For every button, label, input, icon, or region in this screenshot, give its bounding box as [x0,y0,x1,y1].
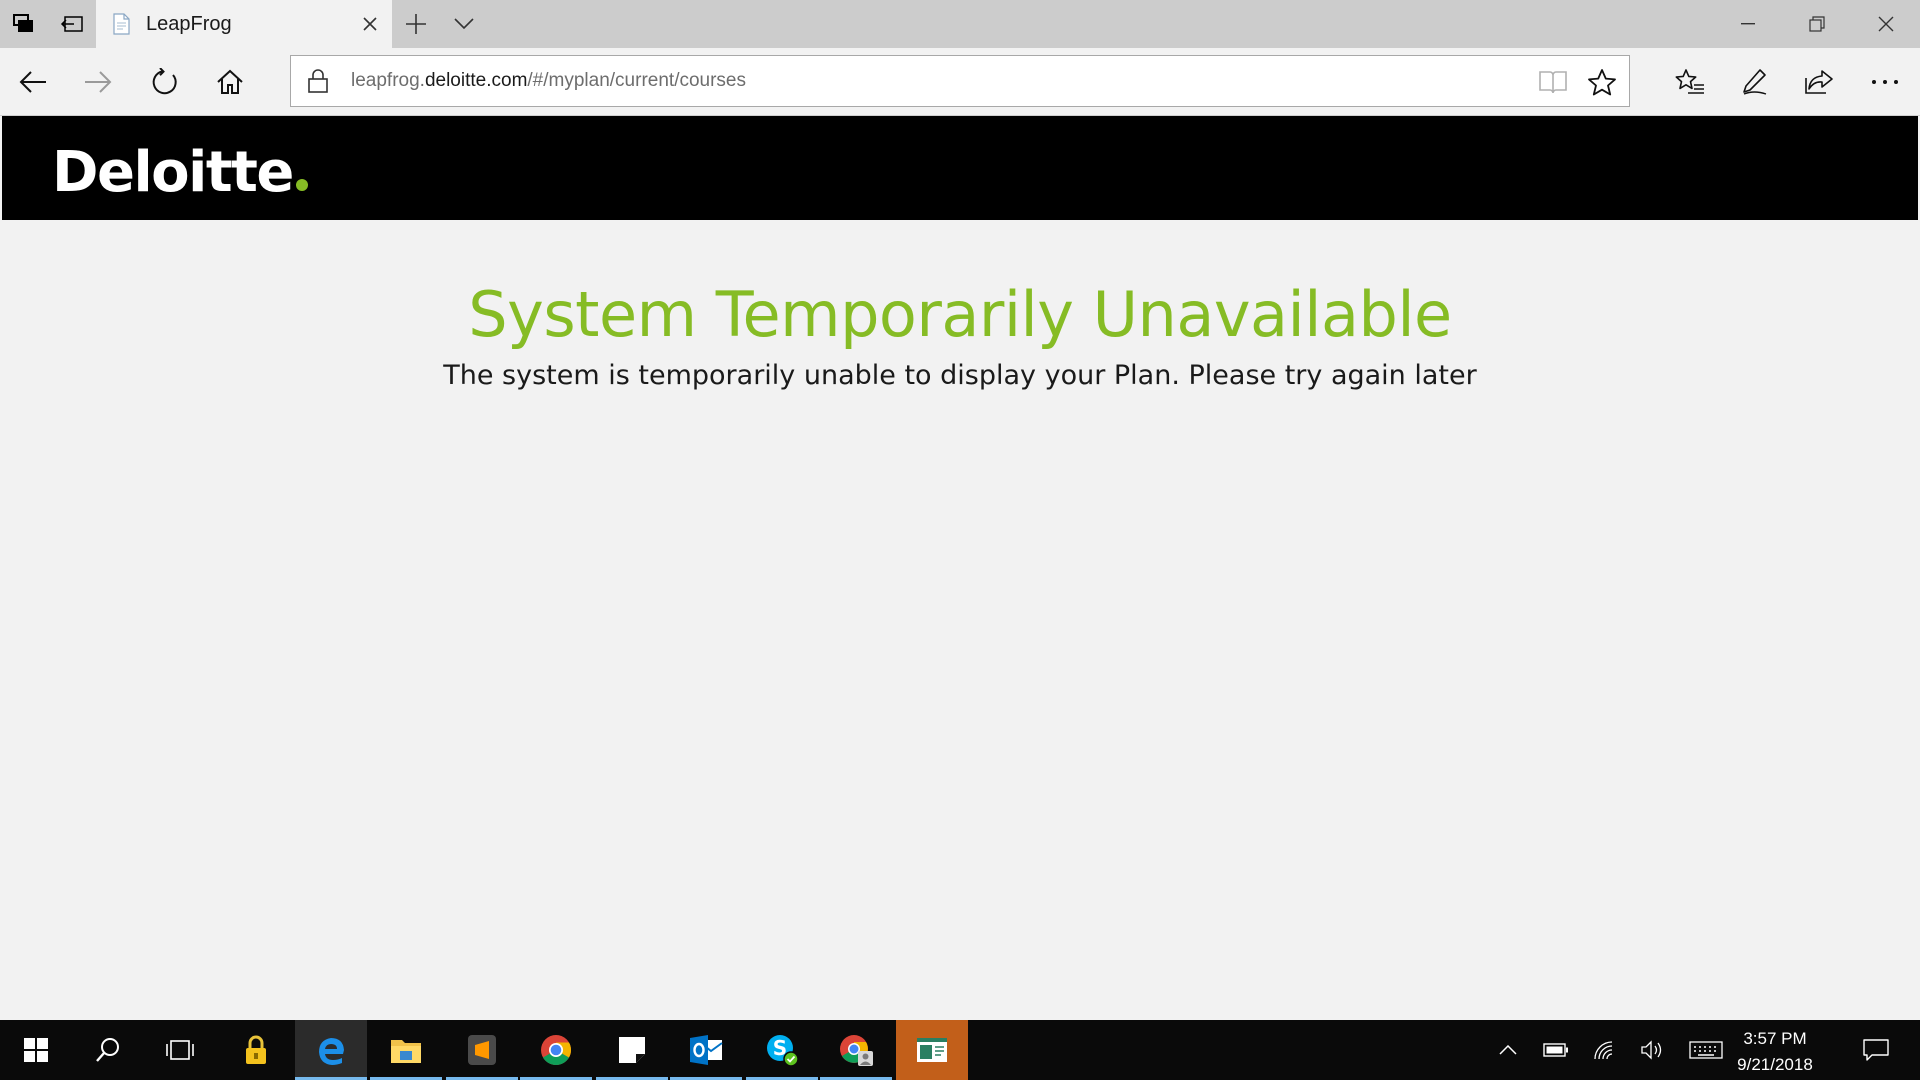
address-bar[interactable]: leapfrog.deloitte.com/#/myplan/current/c… [290,55,1630,107]
volume-icon[interactable] [1630,1020,1674,1080]
app-window-icon[interactable] [896,1020,968,1080]
logo-text: Deloitte [52,140,294,205]
windows-start-icon[interactable] [0,1020,72,1080]
url-domain: deloitte.com [424,70,528,91]
error-message: The system is temporarily unable to disp… [443,360,1477,391]
task-view-icon[interactable] [144,1020,216,1080]
notes-pen-icon[interactable] [1730,58,1778,106]
outlook-icon[interactable] [670,1020,742,1080]
page-favicon-icon [110,13,132,35]
refresh-icon[interactable] [141,58,189,106]
web-page: Deloitte System Temporarily Unavailable … [0,116,1920,1020]
forward-arrow-icon[interactable] [74,58,122,106]
favorites-hub-icon[interactable] [1666,58,1714,106]
close-tab-icon[interactable] [358,12,382,36]
clock-time: 3:57 PM [1743,1029,1807,1048]
clock-date: 9/21/2018 [1737,1055,1813,1074]
action-center-icon[interactable] [1846,1020,1906,1080]
chrome-icon[interactable] [520,1020,592,1080]
search-icon[interactable] [72,1020,144,1080]
window-controls [1713,0,1920,48]
skype-icon[interactable]: S [746,1020,818,1080]
url-path: /#/myplan/current/courses [527,70,746,91]
file-explorer-icon[interactable] [370,1020,442,1080]
minimize-icon[interactable] [1713,0,1782,48]
windows-taskbar: S 3:57 PM 9/21/2018 [0,1020,1920,1080]
error-title: System Temporarily Unavailable [468,278,1452,351]
url-subdomain: leapfrog. [351,70,425,91]
site-header: Deloitte [2,116,1918,220]
url-text[interactable]: leapfrog.deloitte.com/#/myplan/current/c… [351,70,746,92]
browser-tab-strip: LeapFrog [0,0,1920,48]
sticky-notes-icon[interactable] [596,1020,668,1080]
restore-icon[interactable] [1782,0,1851,48]
wifi-icon[interactable] [1582,1020,1626,1080]
tab-title: LeapFrog [146,12,232,35]
close-window-icon[interactable] [1851,0,1920,48]
show-hidden-icons-chevron-up-icon[interactable] [1488,1020,1528,1080]
deloitte-logo[interactable]: Deloitte [52,140,308,205]
home-icon[interactable] [206,58,254,106]
lock-icon[interactable] [291,56,345,106]
battery-icon[interactable] [1534,1020,1578,1080]
chevron-down-icon[interactable] [440,0,488,48]
sublime-text-icon[interactable] [446,1020,518,1080]
set-aside-tabs-icon[interactable] [48,0,96,48]
reading-view-icon[interactable] [1537,66,1569,98]
new-tab-icon[interactable] [392,0,440,48]
browser-navigation-bar: leapfrog.deloitte.com/#/myplan/current/c… [0,48,1920,116]
share-icon[interactable] [1795,58,1843,106]
favorite-star-icon[interactable] [1585,65,1619,99]
back-arrow-icon[interactable] [9,58,57,106]
edge-browser-icon[interactable] [295,1020,367,1080]
more-options-icon[interactable] [1861,58,1909,106]
logo-green-dot [295,179,308,191]
tab-leapfrog[interactable]: LeapFrog [96,0,392,48]
tab-manager-icon[interactable] [0,0,48,48]
system-clock[interactable]: 3:57 PM 9/21/2018 [1720,1026,1830,1078]
chrome-profile-icon[interactable] [820,1020,892,1080]
keepass-lock-icon[interactable] [220,1020,292,1080]
